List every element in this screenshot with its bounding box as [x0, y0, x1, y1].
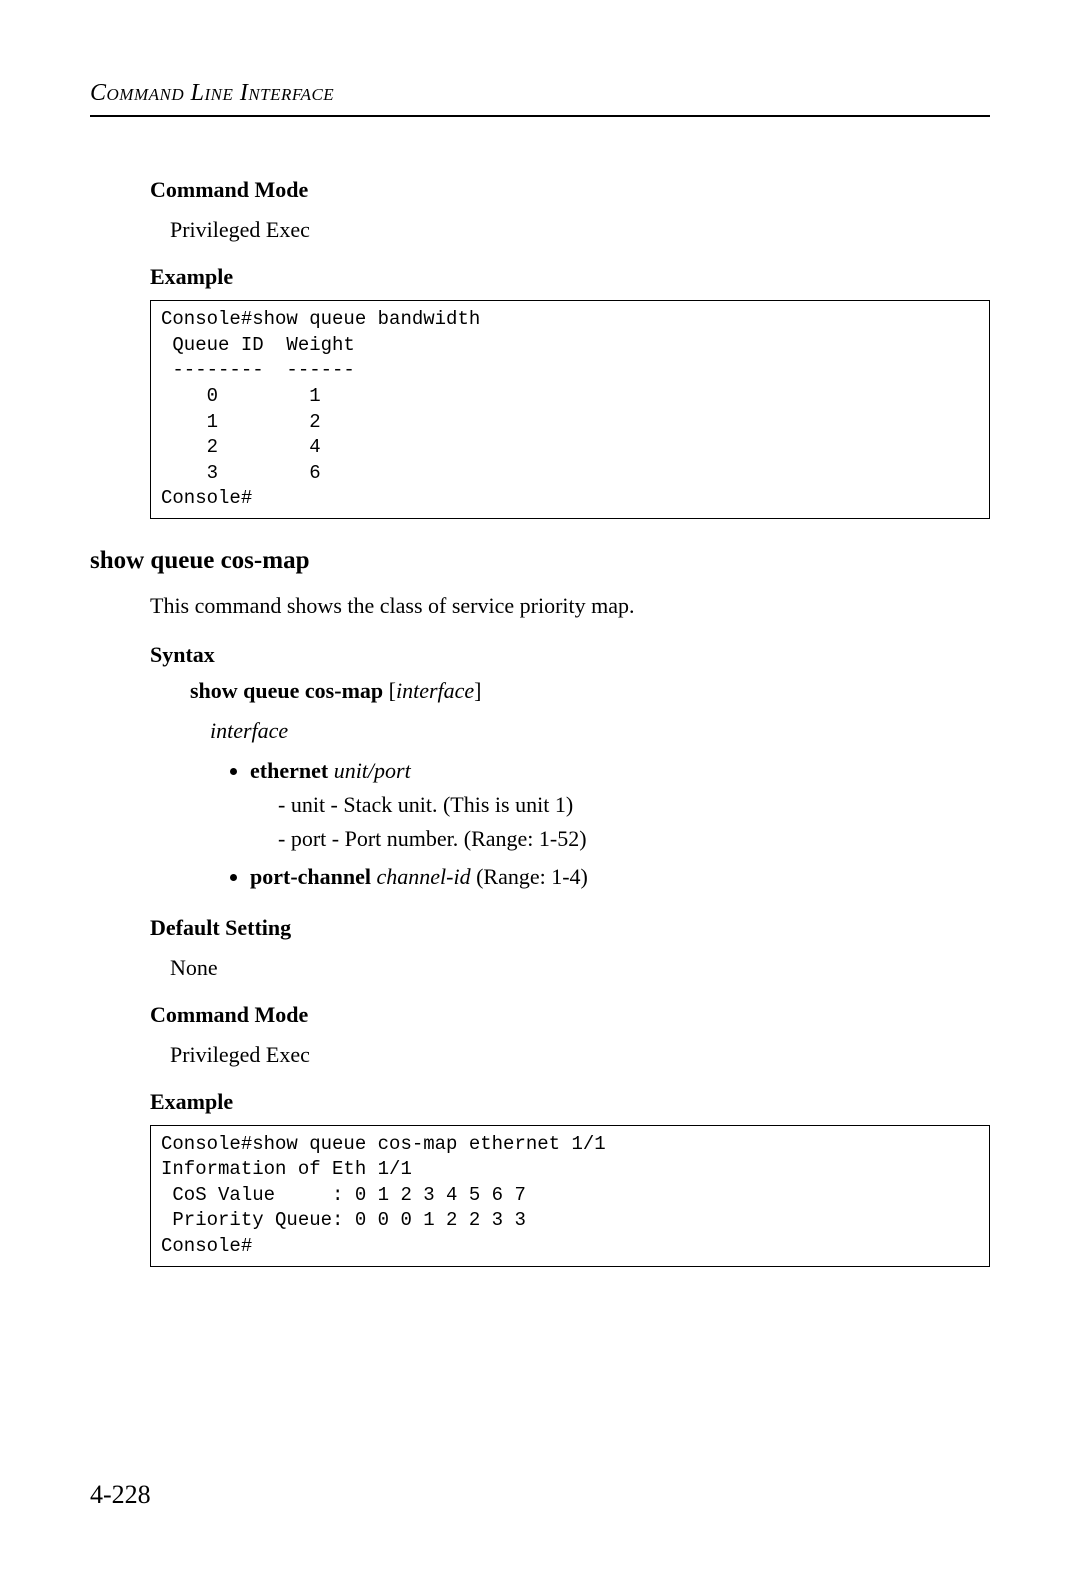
page-number: 4-228 — [90, 1480, 151, 1510]
header-rule — [90, 115, 990, 117]
command-mode-value-2: Privileged Exec — [170, 1038, 990, 1071]
bullet-port-channel: port-channel channel-id (Range: 1-4) — [250, 860, 990, 894]
example-label: Example — [150, 264, 990, 290]
page: Command Line Interface Command Mode Priv… — [0, 0, 1080, 1570]
example-code-box: Console#show queue bandwidth Queue ID We… — [150, 300, 990, 519]
command-mode-value: Privileged Exec — [170, 213, 990, 246]
default-setting-value: None — [170, 951, 990, 984]
command-mode-label-2: Command Mode — [150, 1002, 990, 1028]
syntax-command: show queue cos-map — [190, 678, 383, 703]
default-setting-label: Default Setting — [150, 915, 990, 941]
bullet-ethernet-ital: unit/port — [328, 758, 411, 783]
syntax-open-bracket: [ — [383, 678, 396, 703]
syntax-line: show queue cos-map [interface] — [190, 678, 990, 704]
running-head: Command Line Interface — [90, 80, 990, 107]
syntax-label: Syntax — [150, 642, 990, 668]
command-heading: show queue cos-map — [90, 547, 990, 575]
bullet-ethernet-sub1: - unit - Stack unit. (This is unit 1) — [278, 788, 990, 822]
bullet-ethernet-bold: ethernet — [250, 758, 328, 783]
bullet-ethernet-sub2: - port - Port number. (Range: 1-52) — [278, 822, 990, 856]
interface-bullets: ethernet unit/port - unit - Stack unit. … — [250, 754, 990, 894]
bullet-port-channel-tail: (Range: 1-4) — [471, 864, 588, 889]
example-label-2: Example — [150, 1089, 990, 1115]
syntax-close-bracket: ] — [474, 678, 481, 703]
interface-subhead: interface — [210, 718, 990, 744]
bullet-port-channel-bold: port-channel — [250, 864, 371, 889]
bullet-ethernet: ethernet unit/port - unit - Stack unit. … — [250, 754, 990, 856]
command-mode-label: Command Mode — [150, 177, 990, 203]
bullet-port-channel-ital: channel-id — [371, 864, 471, 889]
example-code-box-2: Console#show queue cos-map ethernet 1/1 … — [150, 1125, 990, 1267]
command-description: This command shows the class of service … — [150, 589, 990, 622]
syntax-interface-arg: interface — [396, 678, 474, 703]
